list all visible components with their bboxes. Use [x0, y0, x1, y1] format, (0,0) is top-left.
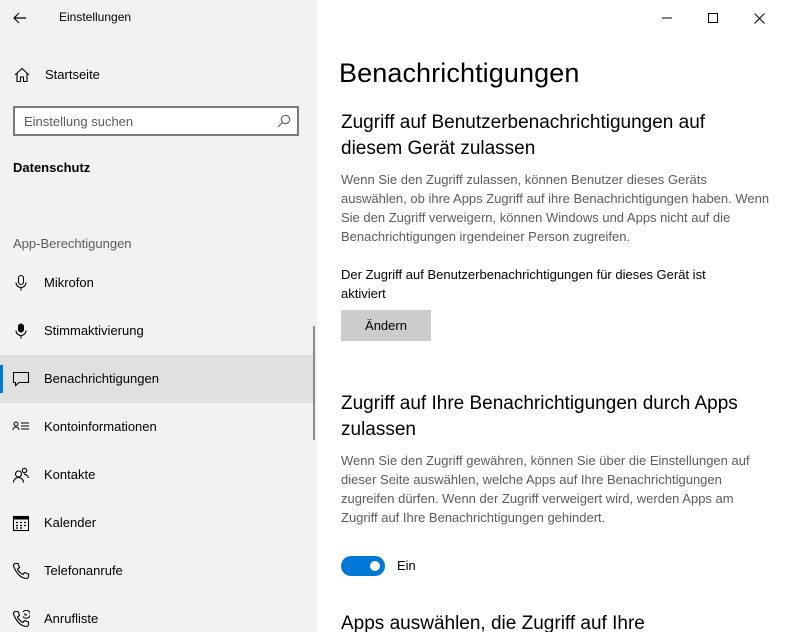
app-title: Einstellungen — [59, 10, 132, 24]
maximize-button[interactable] — [690, 0, 736, 36]
sidebar-item-telefonanrufe[interactable]: Telefonanrufe — [0, 547, 314, 595]
settings-window: Einstellungen Startseite Datenschutz App… — [0, 0, 786, 632]
search-input[interactable] — [15, 108, 274, 134]
sidebar-item-mikrofon[interactable]: Mikrofon — [0, 259, 314, 307]
maximize-icon — [708, 13, 718, 23]
group-label: App-Berechtigungen — [13, 236, 132, 251]
sidebar-item-kalender[interactable]: Kalender — [0, 499, 314, 547]
section1-description: Wenn Sie den Zugriff zulassen, können Be… — [341, 172, 770, 244]
selection-indicator — [0, 365, 3, 393]
voice-activation-icon — [15, 323, 27, 339]
sidebar-item-stimmaktivierung[interactable]: Stimmaktivierung — [0, 307, 314, 355]
back-arrow-icon — [13, 12, 26, 24]
section1-heading: Zugriff auf Benutzerbenachrichtigungen a… — [341, 112, 706, 159]
sidebar-home-label: Startseite — [45, 67, 100, 82]
sidebar-item-label: Kontoinformationen — [44, 419, 157, 434]
sidebar-scrollbar[interactable] — [313, 326, 315, 440]
sidebar-item-anrufliste[interactable]: Anrufliste — [0, 595, 314, 632]
main-content: Benachrichtigungen Zugriff auf Benutzerb… — [317, 0, 786, 632]
notification-icon — [12, 371, 30, 387]
calendar-icon — [12, 515, 30, 532]
sidebar-item-label: Telefonanrufe — [44, 563, 123, 578]
search-icon[interactable] — [277, 114, 291, 128]
sidebar-item-kontakte[interactable]: Kontakte — [0, 451, 314, 499]
sidebar-item-label: Kontakte — [44, 467, 96, 482]
window-controls — [646, 0, 786, 36]
sidebar-item-benachrichtigungen[interactable]: Benachrichtigungen — [0, 355, 314, 403]
app-access-toggle[interactable] — [341, 556, 385, 576]
section2-description: Wenn Sie den Zugriff gewähren, können Si… — [341, 453, 750, 525]
nav-list: Mikrofon Stimmaktivierung Benachrichtigu… — [0, 259, 314, 632]
sidebar-item-home[interactable]: Startseite — [0, 56, 317, 94]
toggle-knob — [370, 561, 380, 571]
sidebar: Einstellungen Startseite Datenschutz App… — [0, 0, 317, 632]
call-history-icon — [12, 610, 30, 628]
home-icon — [14, 67, 30, 83]
search-box[interactable] — [13, 106, 299, 136]
change-button[interactable]: Ändern — [341, 310, 431, 341]
account-info-icon — [12, 421, 29, 431]
title-bar: Einstellungen — [0, 0, 317, 36]
device-access-status: Der Zugriff auf Benutzerbenachrichtigung… — [341, 267, 706, 301]
close-button[interactable] — [736, 0, 782, 36]
minimize-button[interactable] — [644, 0, 690, 36]
microphone-icon — [15, 274, 27, 291]
sidebar-item-label: Benachrichtigungen — [44, 371, 159, 386]
sidebar-item-label: Kalender — [44, 515, 97, 530]
contacts-icon — [12, 467, 30, 483]
sidebar-item-label: Anrufliste — [44, 611, 99, 626]
section3-heading: Apps auswählen, die Zugriff auf Ihre — [341, 613, 645, 632]
sidebar-item-label: Stimmaktivierung — [44, 323, 144, 338]
section-heading: Datenschutz — [13, 160, 91, 175]
sidebar-item-kontoinformationen[interactable]: Kontoinformationen — [0, 403, 314, 451]
sidebar-item-label: Mikrofon — [44, 275, 94, 290]
toggle-state-label: Ein — [397, 558, 416, 573]
minimize-icon — [662, 17, 672, 19]
back-button[interactable] — [0, 0, 40, 36]
close-icon — [753, 12, 765, 24]
page-title: Benachrichtigungen — [339, 58, 580, 88]
phone-icon — [12, 562, 30, 580]
section2-heading: Zugriff auf Ihre Benachrichtigungen durc… — [341, 393, 738, 440]
